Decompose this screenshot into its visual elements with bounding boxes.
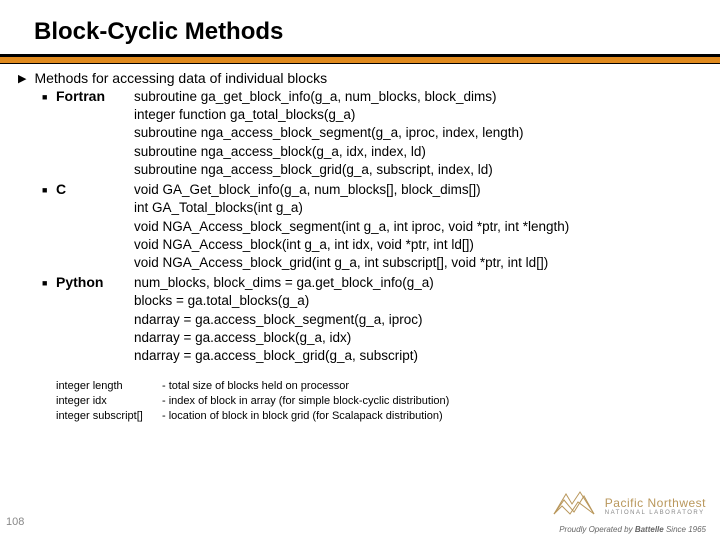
logo-line1: Pacific Northwest <box>605 496 706 510</box>
triangle-bullet-icon: ▶ <box>18 72 26 85</box>
content-area: ▶ Methods for accessing data of individu… <box>0 64 720 424</box>
api-line: subroutine nga_access_block(g_a, idx, in… <box>134 143 524 161</box>
pnnl-logo-icon <box>552 488 596 523</box>
tagline-prefix: Proudly Operated by <box>559 525 635 534</box>
page-number: 108 <box>6 516 24 528</box>
note-desc: - total size of blocks held on processor <box>162 379 710 394</box>
logo-text: Pacific Northwest NATIONAL LABORATORY <box>605 496 706 516</box>
note-term: integer subscript[] <box>56 409 158 424</box>
section-c: ■ C void GA_Get_block_info(g_a, num_bloc… <box>42 181 710 272</box>
api-line: subroutine ga_get_block_info(g_a, num_bl… <box>134 88 524 106</box>
tagline-brand: Battelle <box>635 525 664 534</box>
note-desc: - index of block in array (for simple bl… <box>162 394 710 409</box>
api-line: ndarray = ga.access_block(g_a, idx) <box>134 329 434 347</box>
lang-label: Fortran <box>56 88 134 104</box>
api-line: void NGA_Access_block(int g_a, int idx, … <box>134 236 569 254</box>
footer: 108 Pacific Northwest NATIONAL LABORATOR… <box>0 490 720 540</box>
lang-label: Python <box>56 274 134 290</box>
notes-grid: integer length - total size of blocks he… <box>56 379 710 424</box>
square-bullet-icon: ■ <box>42 92 56 102</box>
api-line: void GA_Get_block_info(g_a, num_blocks[]… <box>134 181 569 199</box>
accent-band <box>0 54 720 64</box>
api-line: subroutine nga_access_block_segment(g_a,… <box>134 124 524 142</box>
api-line: ndarray = ga.access_block_segment(g_a, i… <box>134 311 434 329</box>
logo-line2: NATIONAL LABORATORY <box>605 510 706 516</box>
api-line: int GA_Total_blocks(int g_a) <box>134 199 569 217</box>
lang-label: C <box>56 181 134 197</box>
note-term: integer length <box>56 379 158 394</box>
api-line: blocks = ga.total_blocks(g_a) <box>134 292 434 310</box>
heading-text: Methods for accessing data of individual… <box>34 70 327 86</box>
note-term: integer idx <box>56 394 158 409</box>
tagline-suffix: Since 1965 <box>664 525 706 534</box>
tagline: Proudly Operated by Battelle Since 1965 <box>552 525 706 534</box>
section-fortran: ■ Fortran subroutine ga_get_block_info(g… <box>42 88 710 179</box>
square-bullet-icon: ■ <box>42 278 56 288</box>
api-list: subroutine ga_get_block_info(g_a, num_bl… <box>134 88 524 179</box>
title-band: Block-Cyclic Methods <box>0 0 720 54</box>
api-list: num_blocks, block_dims = ga.get_block_in… <box>134 274 434 365</box>
api-list: void GA_Get_block_info(g_a, num_blocks[]… <box>134 181 569 272</box>
section-python: ■ Python num_blocks, block_dims = ga.get… <box>42 274 710 365</box>
logo-block: Pacific Northwest NATIONAL LABORATORY Pr… <box>552 488 706 534</box>
api-line: integer function ga_total_blocks(g_a) <box>134 106 524 124</box>
api-line: ndarray = ga.access_block_grid(g_a, subs… <box>134 347 434 365</box>
slide-title: Block-Cyclic Methods <box>34 18 720 46</box>
api-line: void NGA_Access_block_grid(int g_a, int … <box>134 254 569 272</box>
api-line: num_blocks, block_dims = ga.get_block_in… <box>134 274 434 292</box>
note-desc: - location of block in block grid (for S… <box>162 409 710 424</box>
api-line: subroutine nga_access_block_grid(g_a, su… <box>134 161 524 179</box>
api-line: void NGA_Access_block_segment(int g_a, i… <box>134 218 569 236</box>
heading-row: ▶ Methods for accessing data of individu… <box>18 70 710 86</box>
square-bullet-icon: ■ <box>42 185 56 195</box>
